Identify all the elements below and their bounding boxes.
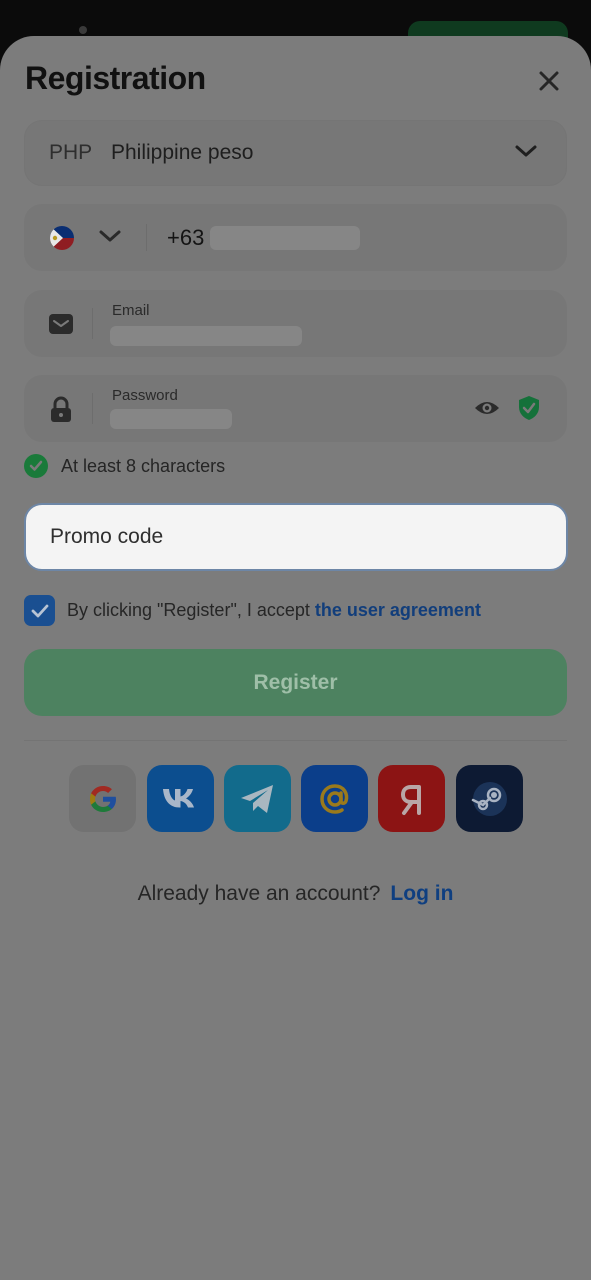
divider xyxy=(92,393,93,424)
password-hint-text: At least 8 characters xyxy=(61,455,226,476)
email-label: Email xyxy=(112,302,150,319)
password-label: Password xyxy=(112,387,178,404)
page-title: Registration xyxy=(25,60,206,96)
currency-name: Philippine peso xyxy=(111,141,254,164)
registration-sheet: Registration PHP Philippine peso +63 Ema… xyxy=(0,36,591,1280)
password-requirement: At least 8 characters xyxy=(24,454,225,478)
register-button[interactable]: Register xyxy=(24,649,567,716)
vk-login-button[interactable] xyxy=(147,765,214,832)
email-field: Email xyxy=(24,290,567,357)
google-icon xyxy=(89,785,116,812)
phone-number-input[interactable] xyxy=(210,226,360,250)
agreement-checkbox[interactable] xyxy=(24,595,55,626)
promo-code-input[interactable] xyxy=(24,503,568,571)
password-input[interactable] xyxy=(110,409,232,429)
currency-code: PHP xyxy=(49,141,93,164)
agreement-label: By clicking "Register", I accept xyxy=(67,600,315,620)
password-field: Password xyxy=(24,375,567,442)
close-button[interactable] xyxy=(532,64,566,98)
agreement-row: By clicking "Register", I accept the use… xyxy=(24,595,481,626)
telegram-login-button[interactable] xyxy=(224,765,291,832)
philippines-flag-icon[interactable] xyxy=(50,226,74,250)
steam-login-button[interactable] xyxy=(456,765,523,832)
separator xyxy=(24,740,567,741)
envelope-icon xyxy=(49,314,73,334)
phone-field: +63 xyxy=(24,204,567,271)
telegram-icon xyxy=(240,784,273,813)
mail-ru-icon xyxy=(319,783,348,814)
check-circle-icon xyxy=(24,454,48,478)
eye-icon[interactable] xyxy=(474,397,500,419)
mail-ru-login-button[interactable] xyxy=(301,765,368,832)
shield-check-icon xyxy=(519,396,539,420)
lock-icon xyxy=(51,396,71,422)
login-question: Already have an account? xyxy=(137,882,381,905)
steam-icon xyxy=(471,781,507,816)
phone-prefix: +63 xyxy=(167,225,205,250)
status-bar-camera-dot xyxy=(79,26,87,34)
login-prompt: Already have an account? Log in xyxy=(0,882,591,906)
close-icon xyxy=(539,71,559,91)
vk-icon xyxy=(162,788,194,807)
agreement-text: By clicking "Register", I accept the use… xyxy=(67,600,481,621)
divider xyxy=(92,308,93,339)
checkmark-icon xyxy=(31,604,48,617)
google-login-button[interactable] xyxy=(69,765,136,832)
yandex-icon xyxy=(400,784,421,815)
email-input[interactable] xyxy=(110,326,302,346)
chevron-down-icon xyxy=(515,145,537,157)
currency-select[interactable]: PHP Philippine peso xyxy=(24,120,567,186)
yandex-login-button[interactable] xyxy=(378,765,445,832)
login-link[interactable]: Log in xyxy=(390,882,453,905)
divider xyxy=(146,224,147,251)
user-agreement-link[interactable]: the user agreement xyxy=(315,600,481,620)
country-chevron-down-icon[interactable] xyxy=(98,228,122,244)
